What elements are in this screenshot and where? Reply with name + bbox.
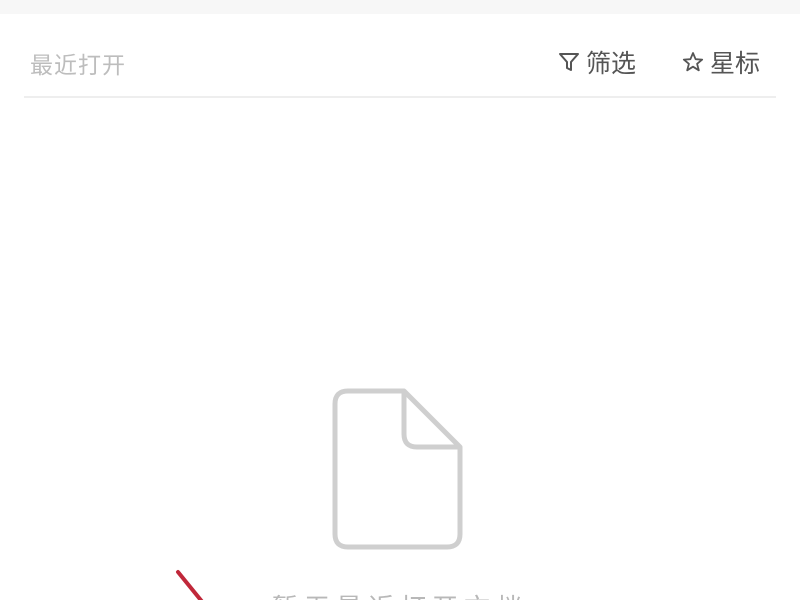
top-strip — [0, 0, 800, 14]
star-button[interactable]: 星标 — [680, 44, 760, 80]
annotation-arrow-icon — [176, 570, 204, 600]
document-icon — [332, 388, 463, 550]
app-window: 最近打开 筛选 星标 暂无最近打开文档 — [0, 0, 800, 600]
star-label: 星标 — [710, 49, 761, 78]
list-header: 最近打开 筛选 星标 — [24, 28, 776, 98]
filter-label: 筛选 — [586, 49, 637, 78]
filter-button[interactable]: 筛选 — [556, 44, 636, 80]
star-outline-icon — [680, 49, 706, 75]
filter-icon — [556, 49, 582, 75]
empty-message: 暂无最近打开文档 — [0, 588, 800, 600]
section-title: 最近打开 — [30, 53, 126, 79]
